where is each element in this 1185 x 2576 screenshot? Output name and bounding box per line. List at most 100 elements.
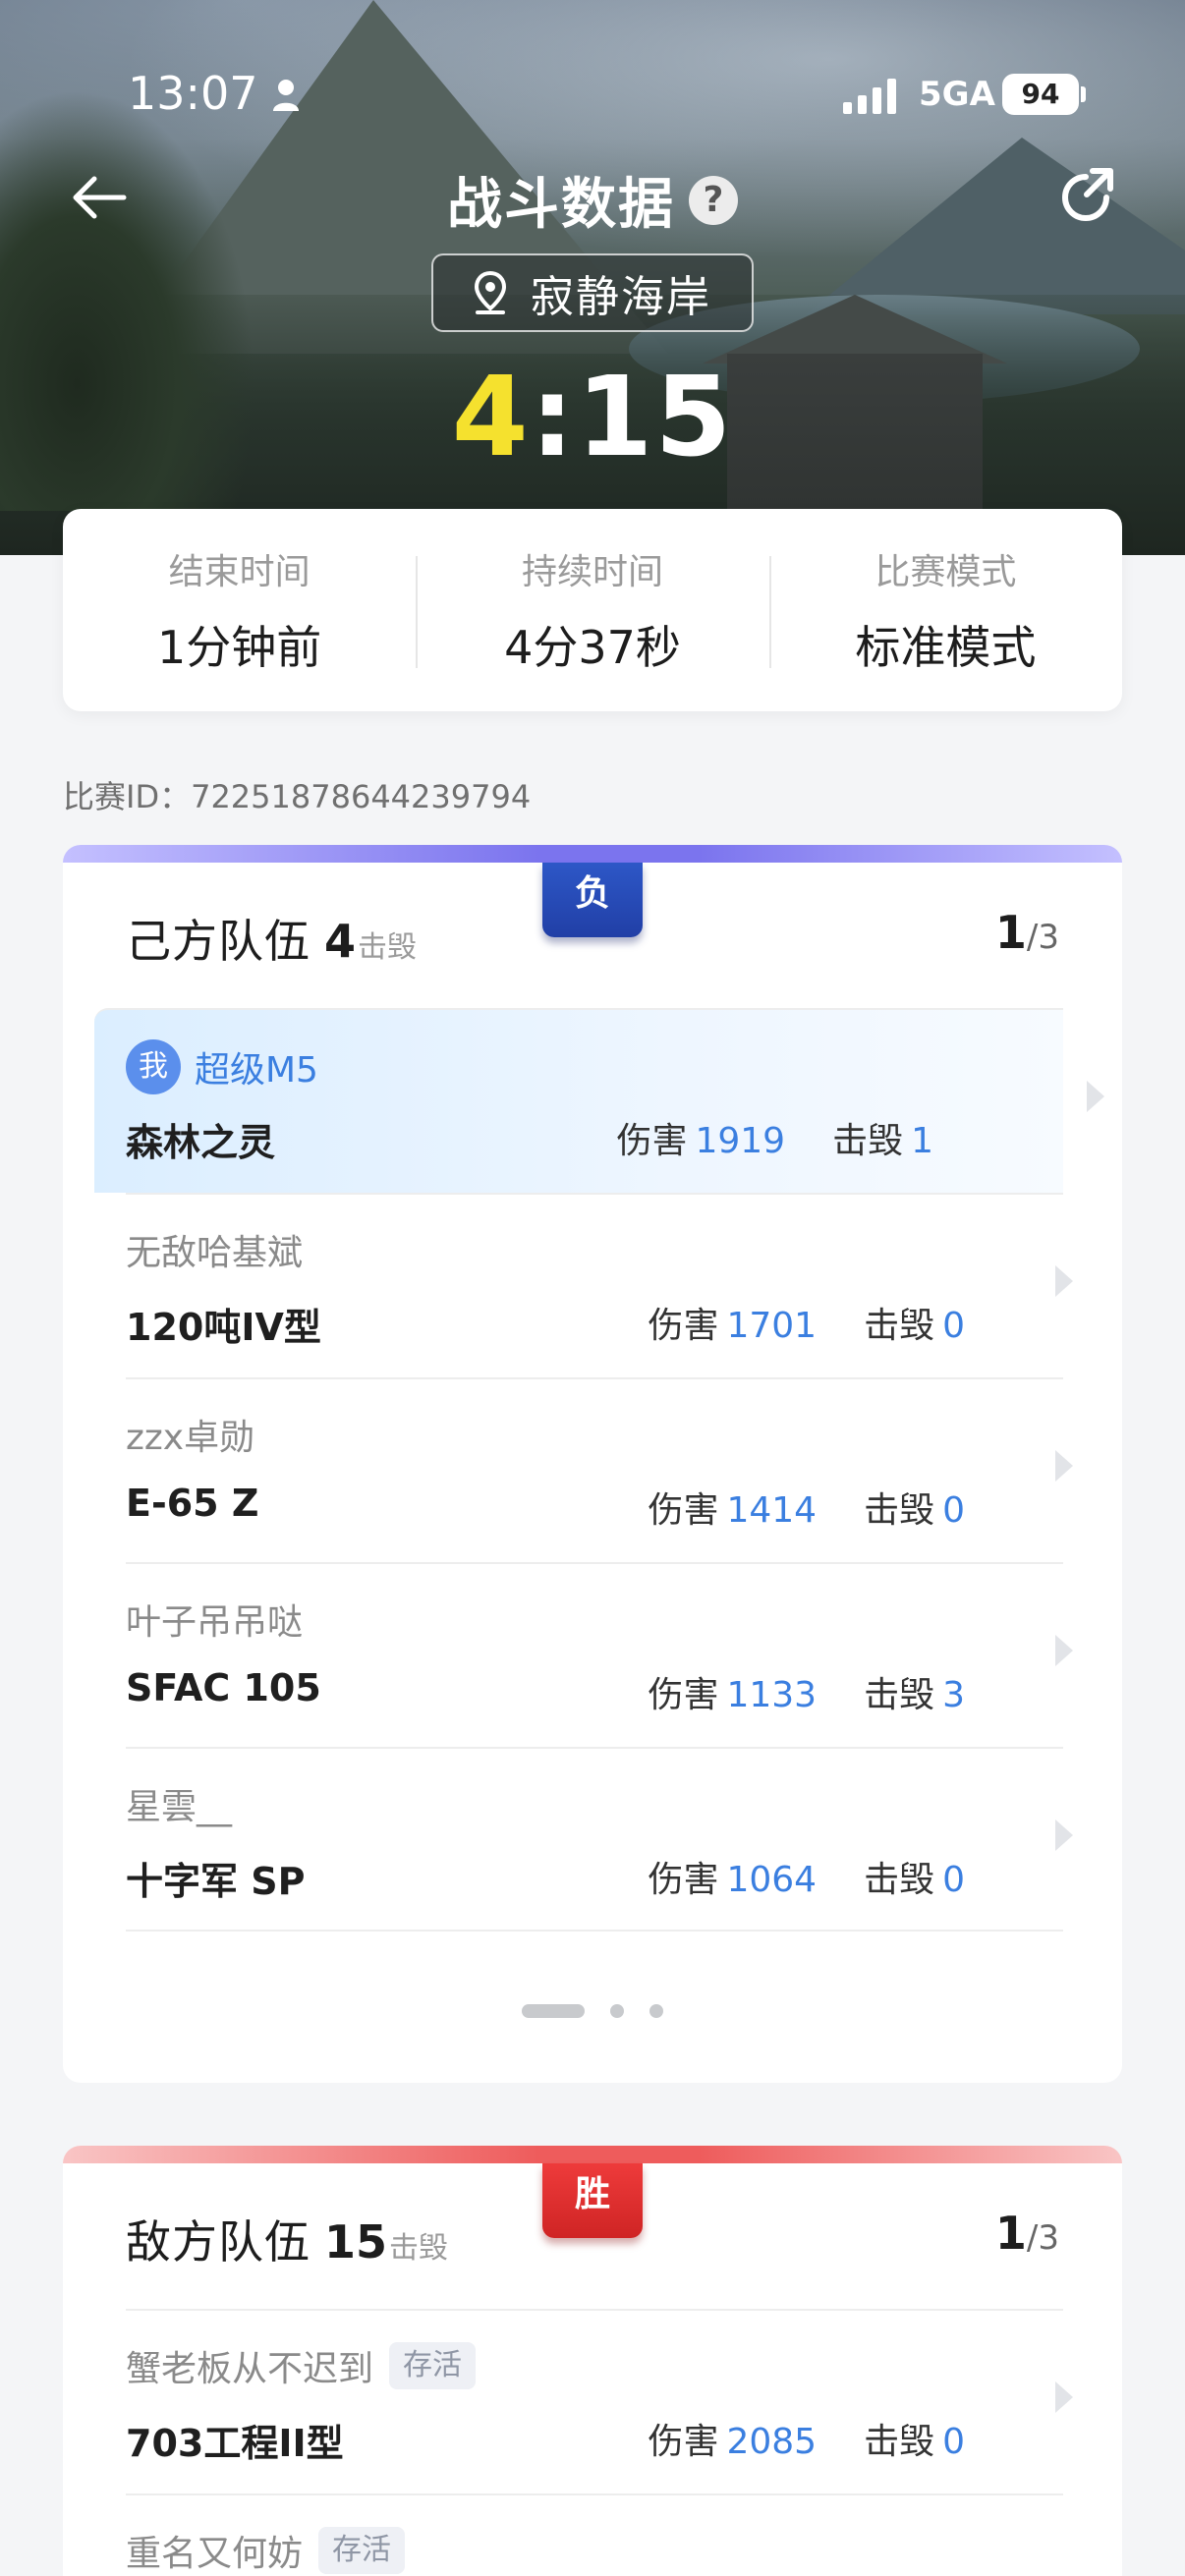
damage-label: 伤害	[648, 1860, 719, 1900]
tank-name: 森林之灵	[126, 1121, 276, 1164]
status-time: 13:07	[128, 67, 258, 120]
alive-tag: 存活	[318, 2527, 406, 2574]
damage-value: 1701	[726, 1306, 818, 1346]
player-stats: 伤害 1414 击毁 0	[600, 1482, 965, 1533]
player-name-line: 我超级M5	[126, 1039, 318, 1094]
signal-icon	[843, 79, 896, 114]
team-name: 敌方队伍	[126, 2215, 310, 2268]
battery-tip	[1081, 86, 1086, 102]
page-dot[interactable]	[610, 2004, 624, 2018]
damage-label: 伤害	[648, 1675, 719, 1715]
chevron-right-icon	[1055, 2381, 1073, 2413]
kills-label: 击毁	[832, 1121, 904, 1161]
stat-label: 持续时间	[521, 552, 663, 592]
player-stats: 伤害 1064 击毁 0	[600, 1851, 965, 1902]
match-score: 4:15	[0, 354, 1185, 481]
help-icon[interactable]: ?	[689, 175, 738, 225]
pagination-dots[interactable]	[63, 2004, 1122, 2018]
team-color-bar	[63, 2146, 1122, 2163]
result-badge: 胜	[542, 2163, 643, 2238]
kills-value: 0	[942, 2422, 965, 2462]
tank-name: E-65 Z	[126, 1482, 259, 1525]
damage-value: 1064	[726, 1860, 818, 1900]
damage-value: 1414	[726, 1490, 818, 1531]
player-row[interactable]: 重名又何妨 存活	[126, 2493, 1063, 2576]
mode-stat: 比赛模式 标准模式	[768, 509, 1122, 711]
team-kills-unit: 击毁	[358, 930, 418, 965]
location-pin-icon	[474, 271, 507, 314]
share-icon[interactable]	[1053, 165, 1118, 230]
stat-label: 比赛模式	[875, 552, 1017, 592]
team-color-bar	[63, 845, 1122, 863]
player-stats: 伤害 2085 击毁 0	[600, 2413, 965, 2464]
damage-label: 伤害	[648, 1306, 719, 1346]
tank-name: SFAC 105	[126, 1666, 321, 1709]
player-stats: 伤害 1133 击毁 3	[600, 1666, 965, 1717]
chevron-right-icon	[1087, 1081, 1104, 1112]
player-row[interactable]: zzx卓勋 E-65 Z 伤害 1414 击毁 0	[126, 1377, 1073, 1562]
damage-label: 伤害	[616, 1121, 688, 1161]
stat-value: 1分钟前	[157, 621, 322, 674]
match-summary-card: 结束时间 1分钟前 持续时间 4分37秒 比赛模式 标准模式	[63, 509, 1122, 711]
match-id: 比赛ID：72251878644239794	[63, 778, 532, 815]
kills-value: 0	[942, 1860, 965, 1900]
player-row[interactable]: 蟹老板从不迟到 存活 703工程II型 伤害 2085 击毁 0	[126, 2309, 1073, 2493]
player-name: 叶子吊吊哒	[126, 1602, 304, 1643]
damage-value: 1133	[726, 1675, 818, 1715]
player-name: zzx卓勋	[126, 1418, 255, 1458]
player-row[interactable]: 无敌哈基斌 120吨IV型 伤害 1701 击毁 0	[126, 1193, 1073, 1377]
stat-value: 标准模式	[855, 621, 1037, 674]
player-name: 超级M5	[195, 1050, 318, 1091]
tank-name: 十字军 SP	[126, 1860, 306, 1903]
kills-value: 3	[942, 1675, 965, 1715]
map-name-pill: 寂静海岸	[431, 253, 754, 332]
player-row[interactable]: 叶子吊吊哒 SFAC 105 伤害 1133 击毁 3	[126, 1562, 1073, 1747]
own-score: 4	[451, 354, 531, 481]
page-current: 1	[994, 2207, 1027, 2260]
player-row[interactable]: 星雲__ 十字军 SP 伤害 1064 击毁 0	[126, 1747, 1073, 1932]
damage-value: 2085	[726, 2422, 818, 2462]
damage-value: 1919	[695, 1121, 786, 1161]
kills-label: 击毁	[864, 2422, 935, 2462]
page-title: 战斗数据	[447, 173, 675, 237]
chevron-right-icon	[1055, 1820, 1073, 1851]
player-name: 重名又何妨	[126, 2534, 304, 2574]
page-dot[interactable]	[649, 2004, 663, 2018]
page-dot[interactable]	[522, 2004, 585, 2018]
damage-label: 伤害	[648, 1490, 719, 1531]
own-team-card: 负 己方队伍 4 击毁 1/3 我超级M5 森林之灵 伤害 1919 击毁 1 无敌…	[63, 845, 1122, 2083]
team-kills-unit: 击毁	[389, 2231, 449, 2266]
map-name: 寂静海岸	[531, 272, 711, 322]
kills-label: 击毁	[864, 1675, 935, 1715]
page-indicator: 1/3	[995, 906, 1059, 959]
player-name: 蟹老板从不迟到	[126, 2349, 374, 2389]
duration-stat: 持续时间 4分37秒	[416, 509, 768, 711]
player-list: 我超级M5 森林之灵 伤害 1919 击毁 1 无敌哈基斌 120吨IV型 伤害 17…	[94, 1008, 1104, 1932]
stat-label: 结束时间	[168, 552, 310, 592]
team-kills: 4	[324, 915, 357, 968]
kills-label: 击毁	[864, 1306, 935, 1346]
me-badge: 我	[126, 1039, 181, 1094]
kills-value: 0	[942, 1306, 965, 1346]
alive-tag: 存活	[389, 2342, 477, 2389]
player-list: 蟹老板从不迟到 存活 703工程II型 伤害 2085 击毁 0 重名又何妨 存活	[126, 2309, 1073, 2576]
page-title-row: 战斗数据?	[0, 160, 1185, 240]
page-total: /3	[1026, 2218, 1059, 2258]
team-header: 己方队伍 4 击毁	[126, 906, 417, 984]
player-name-line: 蟹老板从不迟到 存活	[126, 2340, 477, 2391]
player-row[interactable]: 我超级M5 森林之灵 伤害 1919 击毁 1	[94, 1008, 1104, 1193]
tank-name: 120吨IV型	[126, 1306, 321, 1349]
battery-icon: 94	[1002, 74, 1079, 115]
player-name: 无敌哈基斌	[126, 1233, 304, 1273]
network-type: 5GA	[919, 75, 995, 114]
page-indicator: 1/3	[995, 2207, 1059, 2260]
team-header: 敌方队伍 15 击毁	[126, 2207, 448, 2285]
page-total: /3	[1026, 918, 1059, 957]
kills-label: 击毁	[864, 1490, 935, 1531]
player-stats: 伤害 1701 击毁 0	[600, 1297, 965, 1348]
team-kills: 15	[324, 2215, 388, 2268]
kills-label: 击毁	[864, 1860, 935, 1900]
enemy-team-card: 胜 敌方队伍 15 击毁 1/3 蟹老板从不迟到 存活 703工程II型 伤害 20…	[63, 2146, 1122, 2576]
chevron-right-icon	[1055, 1265, 1073, 1297]
enemy-score: 15	[576, 354, 734, 481]
